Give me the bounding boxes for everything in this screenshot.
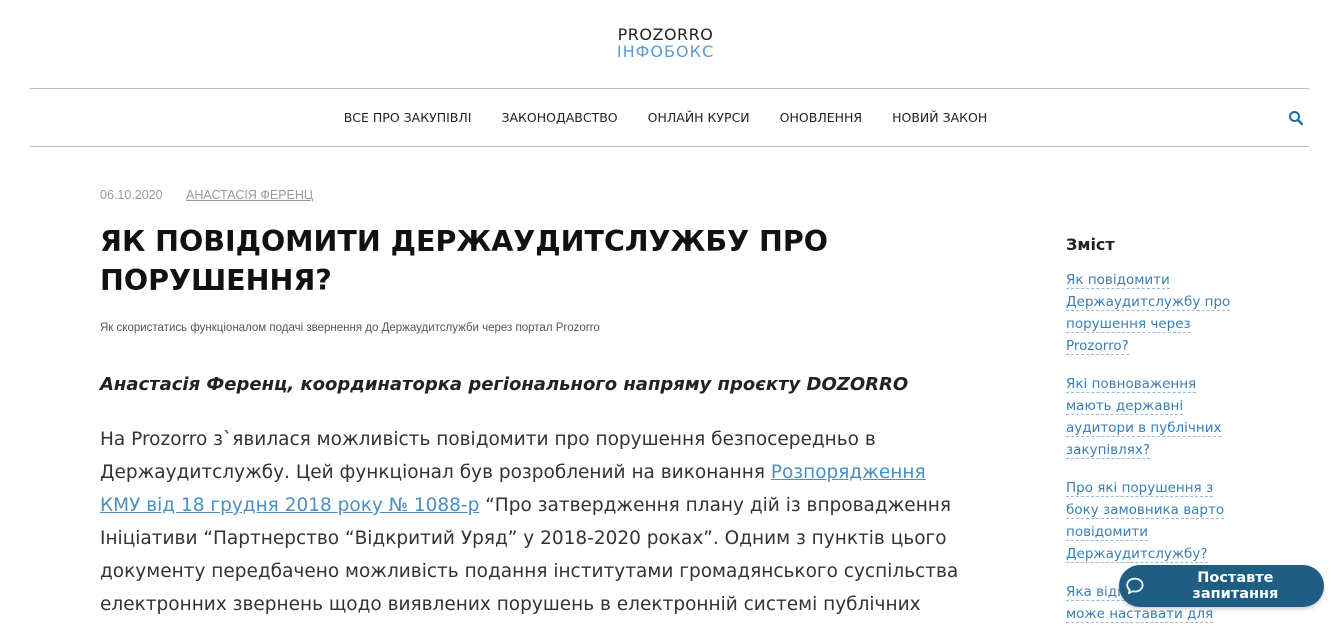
article-meta: 06.10.2020 АНАСТАСІЯ ФЕРЕНЦ bbox=[100, 188, 313, 202]
main-nav: ВСЕ ПРО ЗАКУПІВЛІ ЗАКОНОДАВСТВО ОНЛАЙН К… bbox=[0, 108, 1331, 128]
nav-item-online-courses[interactable]: ОНЛАЙН КУРСИ bbox=[648, 108, 750, 128]
article-title: ЯК ПОВІДОМИТИ ДЕРЖАУДИТСЛУЖБУ ПРО ПОРУШЕ… bbox=[100, 225, 828, 297]
toc-title: Зміст bbox=[1066, 235, 1115, 254]
article-lead: Анастасія Ференц, координаторка регіонал… bbox=[100, 374, 909, 395]
article-author-link[interactable]: АНАСТАСІЯ ФЕРЕНЦ bbox=[186, 188, 313, 202]
body-text: На Prozorro з`явилася можливість повідом… bbox=[100, 429, 876, 483]
article-date: 06.10.2020 bbox=[100, 188, 163, 202]
nav-item-procurement[interactable]: ВСЕ ПРО ЗАКУПІВЛІ bbox=[344, 108, 472, 128]
header-divider-top bbox=[30, 88, 1309, 89]
site-logo[interactable]: PROZORRO ІНФОБОКС bbox=[0, 26, 1331, 60]
search-icon[interactable] bbox=[1288, 110, 1304, 126]
nav-item-new-law[interactable]: НОВИЙ ЗАКОН bbox=[892, 108, 987, 128]
chat-bubble-icon bbox=[1126, 577, 1144, 594]
ask-question-button[interactable]: Поставте запитання bbox=[1119, 565, 1324, 607]
article-subtitle: Як скористатись функціоналом подачі звер… bbox=[100, 322, 600, 334]
article-body: На Prozorro з`явилася можливість повідом… bbox=[100, 423, 960, 616]
header-divider-bottom bbox=[30, 146, 1309, 147]
toc-item[interactable]: Які повноваження мають державні аудитори… bbox=[1066, 373, 1236, 461]
logo-line-2: ІНФОБОКС bbox=[616, 42, 715, 61]
ask-question-label: Поставте запитання bbox=[1192, 570, 1279, 602]
toc-item[interactable]: Про які порушення з боку замовника варто… bbox=[1066, 477, 1236, 565]
nav-item-legislation[interactable]: ЗАКОНОДАВСТВО bbox=[501, 108, 617, 128]
toc-item[interactable]: Як повідомити Держаудитслужбу про поруше… bbox=[1066, 269, 1236, 357]
nav-item-updates[interactable]: ОНОВЛЕННЯ bbox=[780, 108, 862, 128]
logo-line-1: PROZORRO bbox=[617, 25, 714, 44]
